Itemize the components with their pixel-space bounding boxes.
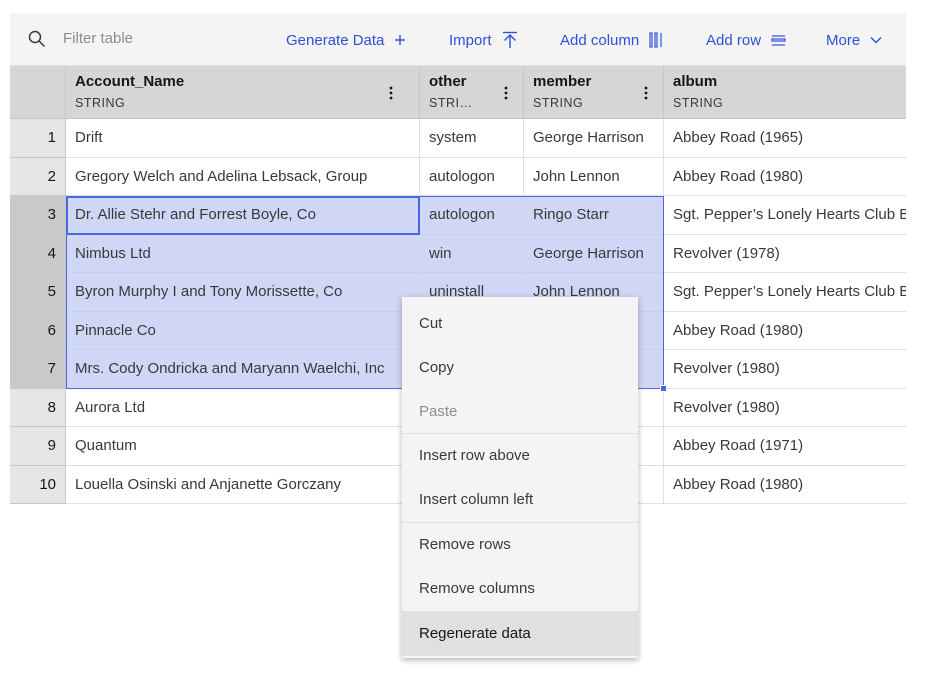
cell-account-name[interactable]: Drift xyxy=(66,119,420,158)
cell-album[interactable]: Revolver (1980) xyxy=(664,350,906,389)
cell-account-name[interactable]: Louella Osinski and Anjanette Gorczany xyxy=(66,465,420,504)
column-type: STRING xyxy=(75,96,126,110)
menu-item-regenerate-data[interactable]: Regenerate data xyxy=(402,612,638,656)
cell-account-name[interactable]: Mrs. Cody Ondricka and Maryann Waelchi, … xyxy=(66,350,420,389)
menu-item-remove-columns[interactable]: Remove columns xyxy=(402,567,638,611)
add-column-label: Add column xyxy=(560,31,640,49)
cell-album[interactable]: Revolver (1978) xyxy=(664,234,906,273)
cell-other[interactable]: autologon xyxy=(420,196,524,235)
cell-other[interactable]: system xyxy=(420,119,524,158)
cell-member[interactable]: John Lennon xyxy=(524,157,664,196)
menu-item-insert-column-left[interactable]: Insert column left xyxy=(402,478,638,522)
column-header-member[interactable]: member STRING xyxy=(524,66,664,119)
row-number[interactable]: 4 xyxy=(10,234,66,273)
row-icon xyxy=(771,34,786,46)
cell-album[interactable]: Revolver (1980) xyxy=(664,388,906,427)
cell-account-name[interactable]: Nimbus Ltd xyxy=(66,234,420,273)
generate-data-label: Generate Data xyxy=(286,31,385,49)
cell-account-name[interactable]: Dr. Allie Stehr and Forrest Boyle, Co xyxy=(66,196,420,235)
filter-input[interactable] xyxy=(63,30,263,47)
table-toolbar: Generate Data Import Add column Add row xyxy=(10,13,906,66)
menu-item-copy[interactable]: Copy xyxy=(402,346,638,390)
column-header-album[interactable]: album STRING xyxy=(664,66,906,119)
import-label: Import xyxy=(449,31,492,49)
column-type: STRING xyxy=(673,96,724,110)
column-name: other xyxy=(429,73,467,90)
cell-album[interactable]: Sgt. Pepper’s Lonely Hearts Club Band xyxy=(664,196,906,235)
column-menu-icon[interactable] xyxy=(640,84,652,102)
cell-album[interactable]: Abbey Road (1980) xyxy=(664,465,906,504)
column-type: STRI… xyxy=(429,96,473,110)
cell-album[interactable]: Abbey Road (1980) xyxy=(664,311,906,350)
column-menu-icon[interactable] xyxy=(385,84,397,102)
corner-cell[interactable] xyxy=(10,66,66,119)
cell-album[interactable]: Abbey Road (1965) xyxy=(664,119,906,158)
column-name: Account_Name xyxy=(75,73,185,90)
menu-item-insert-row-above[interactable]: Insert row above xyxy=(402,434,638,478)
cell-album[interactable]: Abbey Road (1980) xyxy=(664,157,906,196)
row-number[interactable]: 3 xyxy=(10,196,66,235)
menu-item-remove-rows[interactable]: Remove rows xyxy=(402,523,638,567)
import-button[interactable]: Import xyxy=(449,29,518,51)
row-number[interactable]: 2 xyxy=(10,157,66,196)
context-menu: Cut Copy Paste Insert row above Insert c… xyxy=(402,297,638,658)
column-header-other[interactable]: other STRI… xyxy=(420,66,524,119)
column-header-account-name[interactable]: Account_Name STRING xyxy=(66,66,420,119)
cell-account-name[interactable]: Byron Murphy I and Tony Morissette, Co xyxy=(66,273,420,312)
column-name: album xyxy=(673,73,718,90)
search-icon[interactable] xyxy=(28,30,46,48)
menu-item-paste: Paste xyxy=(419,403,458,420)
cell-member[interactable]: George Harrison xyxy=(524,234,664,273)
row-number[interactable]: 6 xyxy=(10,311,66,350)
chevron-down-icon xyxy=(870,37,882,44)
add-row-button[interactable]: Add row xyxy=(706,29,786,51)
cell-other[interactable]: win xyxy=(420,234,524,273)
menu-item-cut[interactable]: Cut xyxy=(402,302,638,346)
more-label: More xyxy=(826,31,861,49)
upload-icon xyxy=(502,31,517,48)
plus-icon xyxy=(395,35,406,45)
cell-account-name[interactable]: Quantum xyxy=(66,427,420,466)
column-menu-icon[interactable] xyxy=(500,84,512,102)
column-name: member xyxy=(533,73,592,90)
row-number[interactable]: 7 xyxy=(10,350,66,389)
cell-member[interactable]: George Harrison xyxy=(524,119,664,158)
cell-album[interactable]: Sgt. Pepper’s Lonely Hearts Club Band xyxy=(664,273,906,312)
column-icon xyxy=(649,32,662,48)
more-button[interactable]: More xyxy=(826,29,882,51)
cell-member[interactable]: Ringo Starr xyxy=(524,196,664,235)
cell-account-name[interactable]: Gregory Welch and Adelina Lebsack, Group xyxy=(66,157,420,196)
cell-account-name[interactable]: Aurora Ltd xyxy=(66,388,420,427)
add-row-label: Add row xyxy=(706,31,762,49)
cell-account-name[interactable]: Pinnacle Co xyxy=(66,311,420,350)
add-column-button[interactable]: Add column xyxy=(560,29,663,51)
row-number[interactable]: 8 xyxy=(10,388,66,427)
row-number[interactable]: 9 xyxy=(10,427,66,466)
fill-handle[interactable] xyxy=(660,384,667,392)
cell-album[interactable]: Abbey Road (1971) xyxy=(664,427,906,466)
cell-other[interactable]: autologon xyxy=(420,157,524,196)
row-number[interactable]: 5 xyxy=(10,273,66,312)
generate-data-button[interactable]: Generate Data xyxy=(286,29,406,51)
row-number[interactable]: 1 xyxy=(10,119,66,158)
column-type: STRING xyxy=(533,96,584,110)
row-number[interactable]: 10 xyxy=(10,465,66,504)
